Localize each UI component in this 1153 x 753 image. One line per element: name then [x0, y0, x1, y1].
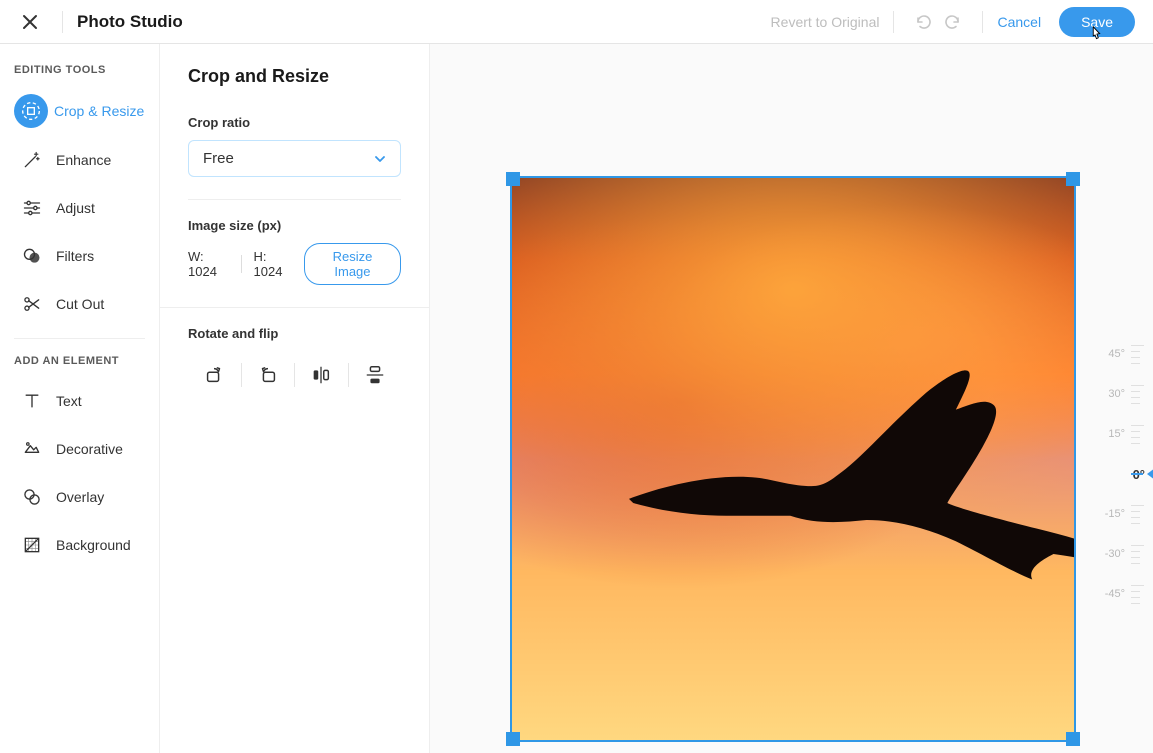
- angle-tick[interactable]: -30°: [1091, 534, 1145, 574]
- image-size-label: Image size (px): [188, 218, 401, 233]
- sidebar-item-label: Filters: [56, 248, 94, 264]
- overlay-icon: [14, 481, 50, 513]
- sidebar-item-label: Enhance: [56, 152, 111, 168]
- angle-tick[interactable]: -15°: [1091, 494, 1145, 534]
- divider: [188, 199, 401, 200]
- filters-icon: [14, 240, 50, 272]
- angle-tick-label: 45°: [1095, 348, 1125, 360]
- angle-tick[interactable]: 45°: [1091, 334, 1145, 374]
- redo-icon: [944, 13, 962, 31]
- sidebar-item-label: Text: [56, 393, 82, 409]
- crop-icon: [14, 94, 48, 128]
- angle-tick[interactable]: 0°: [1091, 454, 1145, 494]
- crop-ratio-label: Crop ratio: [188, 115, 401, 130]
- app-header: Photo Studio Revert to Original Cancel S…: [0, 0, 1153, 44]
- sidebar-item-label: Adjust: [56, 200, 95, 216]
- rotation-angle-scale[interactable]: 45° 30° 15° 0° -15° -30° -45°: [1091, 334, 1145, 614]
- image-canvas[interactable]: [510, 176, 1076, 742]
- angle-tick-label: -30°: [1095, 548, 1125, 560]
- wand-icon: [14, 144, 50, 176]
- flip-horizontal-button[interactable]: [295, 357, 348, 393]
- sidebar-item-overlay[interactable]: Overlay: [0, 473, 159, 521]
- sidebar-item-filters[interactable]: Filters: [0, 232, 159, 280]
- divider: [14, 338, 145, 339]
- sidebar-heading-add-element: ADD AN ELEMENT: [0, 355, 159, 377]
- sidebar-heading-editing: EDITING TOOLS: [0, 64, 159, 86]
- angle-tick-label: -45°: [1095, 588, 1125, 600]
- sidebar-item-label: Decorative: [56, 441, 123, 457]
- scissors-icon: [14, 288, 50, 320]
- sidebar-item-label: Overlay: [56, 489, 104, 505]
- crop-ratio-value: Free: [203, 150, 234, 167]
- angle-tick[interactable]: -45°: [1091, 574, 1145, 614]
- angle-tick[interactable]: 15°: [1091, 414, 1145, 454]
- divider: [893, 11, 894, 33]
- sidebar-item-enhance[interactable]: Enhance: [0, 136, 159, 184]
- settings-panel: Crop and Resize Crop ratio Free Image si…: [160, 44, 430, 753]
- text-icon: [14, 385, 50, 417]
- chevron-down-icon: [374, 153, 386, 165]
- sidebar-item-text[interactable]: Text: [0, 377, 159, 425]
- undo-icon: [914, 13, 932, 31]
- save-button[interactable]: Save: [1059, 7, 1135, 37]
- cancel-button[interactable]: Cancel: [997, 14, 1041, 30]
- flip-horizontal-icon: [310, 364, 332, 386]
- flip-vertical-button[interactable]: [348, 357, 401, 393]
- revert-button: Revert to Original: [771, 14, 880, 30]
- background-icon: [14, 529, 50, 561]
- rotate-right-icon: [203, 364, 225, 386]
- crop-ratio-dropdown[interactable]: Free: [188, 140, 401, 177]
- app-title: Photo Studio: [77, 12, 183, 32]
- divider: [62, 11, 63, 33]
- divider: [160, 307, 429, 308]
- flip-vertical-icon: [364, 364, 386, 386]
- width-readout: W: 1024: [188, 249, 229, 279]
- crop-handle-bottom-right[interactable]: [1066, 732, 1080, 746]
- sidebar-item-background[interactable]: Background: [0, 521, 159, 569]
- angle-tick-label: 30°: [1095, 388, 1125, 400]
- close-icon: [22, 14, 38, 30]
- sidebar-item-decorative[interactable]: Decorative: [0, 425, 159, 473]
- sliders-icon: [14, 192, 50, 224]
- crop-handle-top-left[interactable]: [506, 172, 520, 186]
- rotate-left-button[interactable]: [241, 357, 294, 393]
- bird-silhouette: [612, 346, 1076, 601]
- decorative-icon: [14, 433, 50, 465]
- angle-tick-label: 15°: [1095, 428, 1125, 440]
- rotate-left-icon: [257, 364, 279, 386]
- edited-image: [510, 176, 1076, 742]
- sidebar-item-cut-out[interactable]: Cut Out: [0, 280, 159, 328]
- close-button[interactable]: [12, 4, 48, 40]
- divider: [982, 11, 983, 33]
- sidebar-item-crop-resize[interactable]: Crop & Resize: [0, 86, 159, 136]
- divider: [241, 255, 242, 273]
- angle-tick[interactable]: 30°: [1091, 374, 1145, 414]
- height-readout: H: 1024: [254, 249, 292, 279]
- rotate-flip-label: Rotate and flip: [188, 326, 401, 341]
- resize-image-button[interactable]: Resize Image: [304, 243, 401, 285]
- sidebar-item-label: Cut Out: [56, 296, 104, 312]
- sidebar: EDITING TOOLS Crop & Resize Enhance Adju…: [0, 44, 160, 753]
- crop-handle-bottom-left[interactable]: [506, 732, 520, 746]
- undo-button: [908, 7, 938, 37]
- angle-tick-label: -15°: [1095, 508, 1125, 520]
- redo-button: [938, 7, 968, 37]
- panel-title: Crop and Resize: [188, 66, 401, 87]
- sidebar-item-adjust[interactable]: Adjust: [0, 184, 159, 232]
- crop-handle-top-right[interactable]: [1066, 172, 1080, 186]
- sidebar-item-label: Crop & Resize: [54, 103, 144, 119]
- sidebar-item-label: Background: [56, 537, 131, 553]
- rotate-right-button[interactable]: [188, 357, 241, 393]
- canvas-area: 45° 30° 15° 0° -15° -30° -45°: [430, 44, 1153, 753]
